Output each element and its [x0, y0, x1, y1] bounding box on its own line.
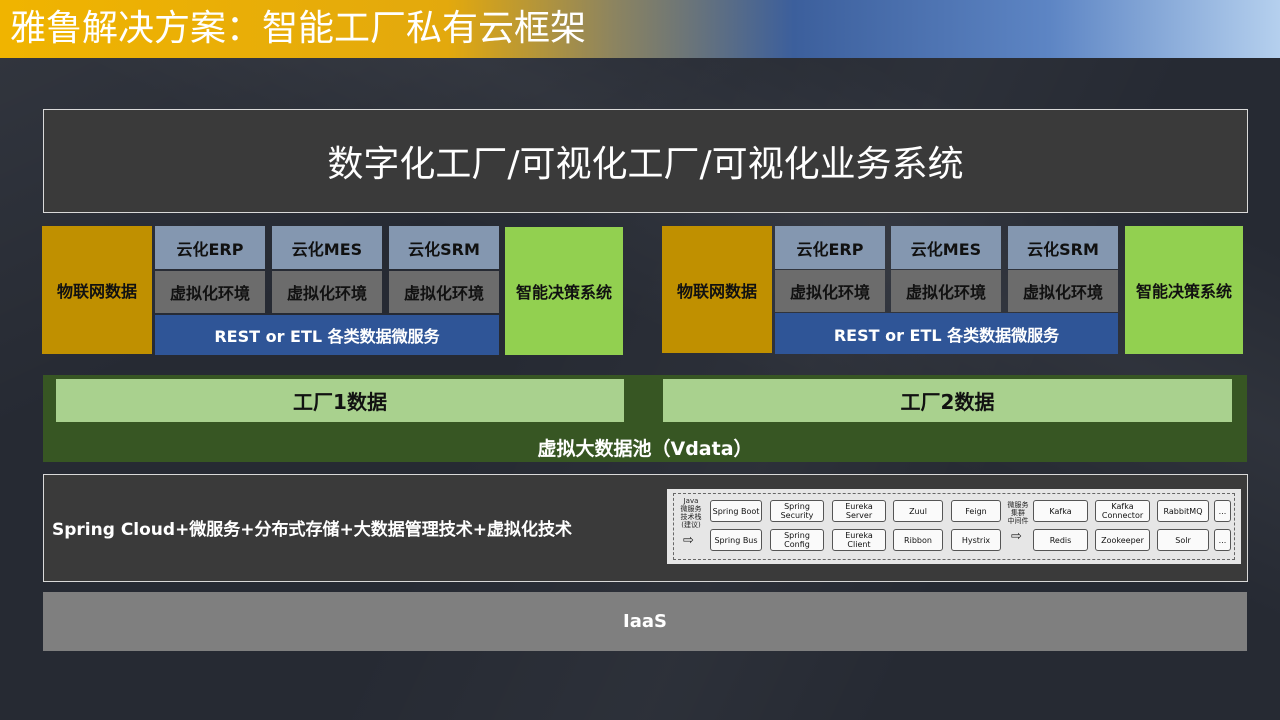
- iot-data-box-2: 物联网数据: [662, 226, 772, 353]
- stack-item-spring-bus: Spring Bus: [710, 529, 762, 551]
- cloud-erp-header-1: 云化ERP: [155, 226, 265, 269]
- iaas-layer: IaaS: [43, 592, 1247, 651]
- stack-item-hystrix: Hystrix: [951, 529, 1001, 551]
- stack-item-feign: Feign: [951, 500, 1001, 522]
- stack-item-zookeeper: Zookeeper: [1095, 529, 1150, 551]
- tech-layer-label: Spring Cloud+微服务+分布式存储+大数据管理技术+虚拟化技术: [52, 519, 573, 540]
- factory-1-data: 工厂1数据: [56, 379, 624, 422]
- stack-item-zuul: Zuul: [893, 500, 943, 522]
- stack-item-kafka-connector: Kafka Connector: [1095, 500, 1150, 522]
- virtualization-env-mes-2: 虚拟化环境: [891, 270, 1001, 312]
- decision-system-box-2: 智能决策系统: [1125, 226, 1243, 354]
- middleware-stack-arrow-icon: ⇨: [1011, 529, 1022, 544]
- cloud-mes-header-2: 云化MES: [891, 226, 1001, 269]
- stack-item-spring-boot: Spring Boot: [710, 500, 762, 522]
- stack-item-solr: Solr: [1157, 529, 1209, 551]
- stack-item-eureka-server: Eureka Server: [832, 500, 886, 522]
- virtualization-env-srm-2: 虚拟化环境: [1008, 270, 1118, 312]
- virtualization-env-erp-1: 虚拟化环境: [155, 271, 265, 313]
- rest-etl-microservices-2: REST or ETL 各类数据微服务: [775, 313, 1118, 354]
- page-title: 雅鲁解决方案：智能工厂私有云框架: [10, 8, 587, 49]
- cloud-erp-header-2: 云化ERP: [775, 226, 885, 269]
- rest-etl-microservices-1: REST or ETL 各类数据微服务: [155, 315, 499, 355]
- cloud-srm-header-1: 云化SRM: [389, 226, 499, 269]
- stack-item-kafka: Kafka: [1033, 500, 1088, 522]
- data-pool-label: 虚拟大数据池（Vdata）: [537, 437, 753, 460]
- java-stack-arrow-icon: ⇨: [683, 533, 694, 548]
- middleware-stack-label: 微服务 集群 中间件: [1007, 501, 1029, 525]
- stack-item-ribbon: Ribbon: [893, 529, 943, 551]
- iot-data-box-1: 物联网数据: [42, 226, 152, 354]
- stack-item-spring-config: Spring Config: [770, 529, 824, 551]
- stack-item-more-2: ...: [1214, 529, 1231, 551]
- cloud-srm-header-2: 云化SRM: [1008, 226, 1118, 269]
- stack-item-eureka-client: Eureka Client: [832, 529, 886, 551]
- virtualization-env-mes-1: 虚拟化环境: [272, 271, 382, 313]
- stack-item-spring-security: Spring Security: [770, 500, 824, 522]
- stack-item-redis: Redis: [1033, 529, 1088, 551]
- title-bar: 雅鲁解决方案：智能工厂私有云框架: [0, 0, 1280, 58]
- java-stack-label: Java 微服务 技术栈 (建议): [680, 497, 702, 529]
- cloud-mes-header-1: 云化MES: [272, 226, 382, 269]
- stack-item-rabbitmq: RabbitMQ: [1157, 500, 1209, 522]
- factory-2-data: 工厂2数据: [663, 379, 1232, 422]
- stack-item-more-1: ...: [1214, 500, 1231, 522]
- digital-factory-system-box: 数字化工厂/可视化工厂/可视化业务系统: [43, 109, 1248, 213]
- virtualization-env-erp-2: 虚拟化环境: [775, 270, 885, 312]
- virtualization-env-srm-1: 虚拟化环境: [389, 271, 499, 313]
- decision-system-box-1: 智能决策系统: [505, 227, 623, 355]
